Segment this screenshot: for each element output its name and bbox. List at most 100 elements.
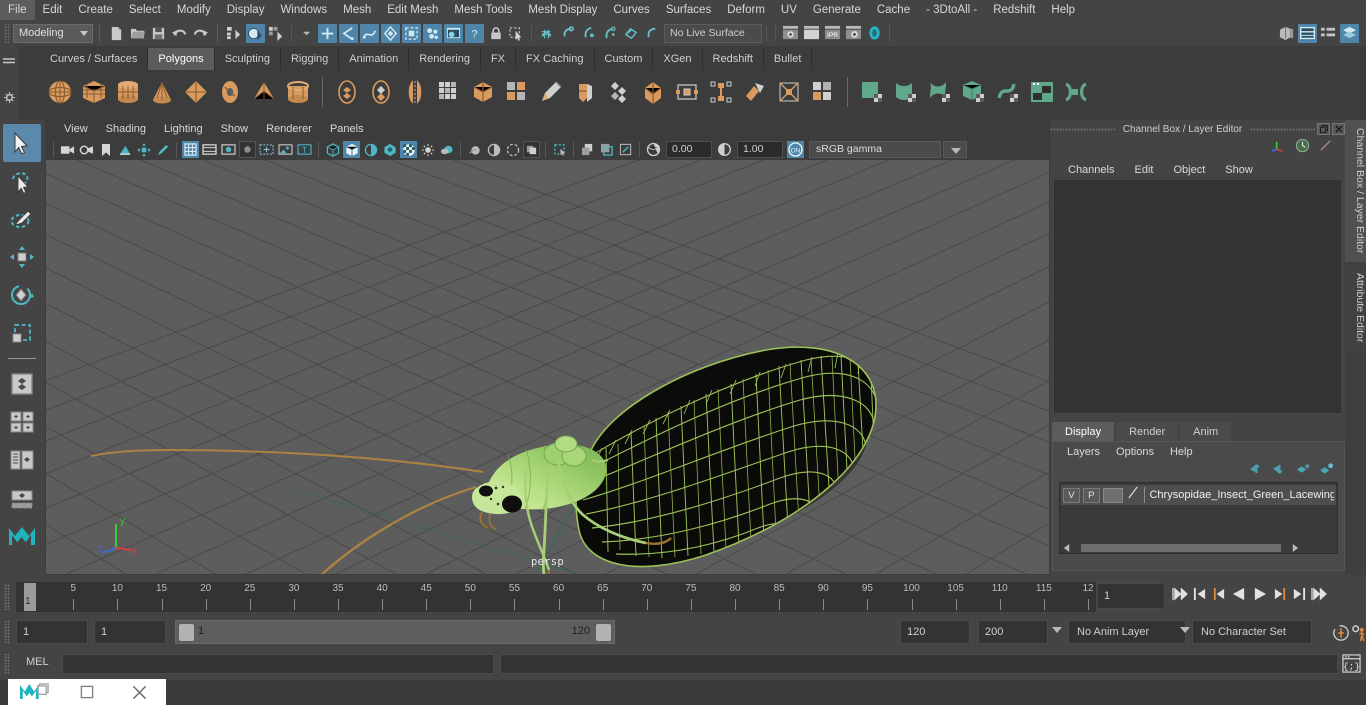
menu-curves[interactable]: Curves (605, 0, 657, 20)
select-by-object-icon[interactable] (246, 23, 265, 43)
screen-space-ao-icon[interactable] (438, 141, 455, 158)
layer-menu-help[interactable]: Help (1162, 446, 1201, 458)
panel-drag-handle-right[interactable] (1250, 120, 1316, 138)
menu-redshift[interactable]: Redshift (985, 0, 1043, 20)
play-backwards-icon[interactable] (1231, 587, 1247, 606)
command-language-label[interactable]: MEL (26, 656, 49, 668)
show-hide-tool-settings-icon[interactable] (1319, 24, 1338, 43)
step-forward-keyframe-icon[interactable] (1292, 587, 1306, 606)
rotate-tool-icon[interactable] (3, 276, 41, 314)
select-by-hierarchy-icon[interactable] (225, 24, 244, 43)
snap-grid-magnet-icon[interactable] (537, 24, 556, 43)
persp-outliner-layout-icon[interactable] (3, 441, 41, 479)
poly-combine-icon[interactable] (433, 75, 465, 109)
use-default-material-icon[interactable] (362, 141, 379, 158)
maximize-window-icon[interactable] (61, 679, 114, 705)
anim-start-field[interactable]: 1 (16, 620, 88, 644)
new-layer-icon[interactable] (1296, 462, 1311, 480)
snap-plane-icon[interactable] (621, 24, 640, 43)
shelf-tab-polygons[interactable]: Polygons (148, 48, 215, 70)
show-hide-modeling-toolkit-icon[interactable] (1277, 24, 1296, 43)
poly-cone-icon[interactable] (146, 75, 178, 109)
poly-extrude-icon[interactable] (569, 75, 601, 109)
viewport-menu-shading[interactable]: Shading (97, 120, 155, 139)
film-origin-icon[interactable] (258, 141, 275, 158)
viewport-snapshot-icon[interactable] (617, 141, 634, 158)
axis-gizmo-icon[interactable] (1271, 139, 1287, 158)
menu-3dtoall[interactable]: - 3DtoAll - (918, 0, 985, 20)
viewport-3d-view[interactable]: y z x persp (46, 160, 1049, 574)
shelf-tab-fx-caching[interactable]: FX Caching (516, 48, 595, 70)
paint-select-tool-icon[interactable] (3, 200, 41, 238)
playback-range-bar[interactable]: 1 120 (175, 620, 615, 644)
clock-icon[interactable] (1295, 138, 1310, 158)
exposure-field[interactable]: 0.00 (666, 141, 712, 158)
layer-tab-render[interactable]: Render (1116, 422, 1179, 442)
show-hide-attribute-editor-icon[interactable] (1298, 23, 1317, 43)
uv-cylindrical-icon[interactable] (890, 75, 922, 109)
shelf-options-gear-icon[interactable] (3, 90, 15, 108)
uv-unfold-icon[interactable] (992, 75, 1024, 109)
select-tool-icon[interactable] (3, 124, 41, 162)
shelf-tab-curves-surfaces[interactable]: Curves / Surfaces (40, 48, 149, 70)
gamma-field[interactable]: 1.00 (737, 141, 783, 158)
lasso-select-tool-icon[interactable] (3, 162, 41, 200)
lock-icon[interactable] (486, 24, 505, 43)
go-to-start-icon[interactable] (1172, 586, 1188, 606)
texture-toggle-icon[interactable] (381, 141, 398, 158)
side-tab-channel-box[interactable]: Channel Box / Layer Editor (1345, 120, 1366, 262)
move-tool-icon[interactable] (3, 238, 41, 276)
restore-icon[interactable] (1317, 123, 1331, 135)
safe-action-icon[interactable] (277, 141, 294, 158)
xray-icon[interactable] (551, 141, 568, 158)
menu-set-selector[interactable]: Modeling (13, 23, 93, 43)
poly-pipe-icon[interactable] (282, 75, 314, 109)
select-none-icon[interactable] (507, 24, 526, 43)
menu-file[interactable]: File (0, 0, 35, 20)
command-line-grip[interactable] (4, 653, 10, 675)
menu-select[interactable]: Select (121, 0, 169, 20)
range-start-grip[interactable] (179, 624, 194, 641)
poly-snap-together-icon[interactable] (671, 75, 703, 109)
poly-octahedron-icon[interactable] (180, 75, 212, 109)
current-frame-field[interactable]: 1 (1097, 583, 1165, 609)
image-plane-icon[interactable] (116, 141, 133, 158)
viewport-menu-show[interactable]: Show (212, 120, 258, 139)
poly-sphere-uv-icon[interactable] (331, 75, 363, 109)
shelf-tab-redshift[interactable]: Redshift (702, 48, 764, 70)
xray-active-components-icon[interactable] (598, 141, 615, 158)
menu-mesh-tools[interactable]: Mesh Tools (446, 0, 520, 20)
layer-list-scrollbar[interactable] (1060, 542, 1337, 553)
color-management-icon[interactable]: ON (787, 141, 804, 158)
anim-layer-field[interactable]: No Anim Layer (1068, 620, 1186, 644)
exposure-icon[interactable] (645, 141, 662, 158)
select-by-component-icon[interactable] (267, 24, 286, 43)
shelf-tab-rendering[interactable]: Rendering (409, 48, 481, 70)
playback-start-field[interactable]: 1 (94, 620, 166, 644)
maya-app-icon[interactable] (8, 679, 61, 705)
single-perspective-layout-icon[interactable] (3, 365, 41, 403)
snap-center-magnet-icon[interactable] (600, 24, 619, 43)
new-layer-from-selected-icon[interactable] (1319, 462, 1334, 480)
scroll-right-arrow-icon[interactable] (1291, 539, 1299, 557)
hypershade-icon[interactable] (865, 24, 884, 43)
menu-edit[interactable]: Edit (35, 0, 71, 20)
menu-modify[interactable]: Modify (169, 0, 219, 20)
move-layer-down-icon[interactable] (1273, 462, 1288, 480)
isolate-select-icon[interactable] (523, 141, 540, 158)
grid-toggle-icon[interactable] (182, 141, 199, 158)
poly-booleans-icon[interactable] (467, 75, 499, 109)
chevron-down-icon[interactable] (1052, 627, 1062, 633)
open-scene-icon[interactable] (128, 24, 147, 43)
depth-of-field-icon[interactable] (504, 141, 521, 158)
shelf-tab-animation[interactable]: Animation (339, 48, 410, 70)
layer-tab-display[interactable]: Display (1052, 422, 1115, 442)
snap-to-view-plane-icon[interactable] (402, 23, 421, 43)
layer-visibility-toggle[interactable]: V (1063, 487, 1080, 503)
scroll-left-arrow-icon[interactable] (1063, 539, 1071, 557)
film-gate-icon[interactable] (201, 141, 218, 158)
step-back-frame-icon[interactable] (1212, 587, 1226, 606)
ipr-render-icon[interactable]: IPR (823, 24, 842, 43)
shelf-menu-icon[interactable] (3, 54, 15, 72)
uv-layout-icon[interactable] (1060, 75, 1092, 109)
